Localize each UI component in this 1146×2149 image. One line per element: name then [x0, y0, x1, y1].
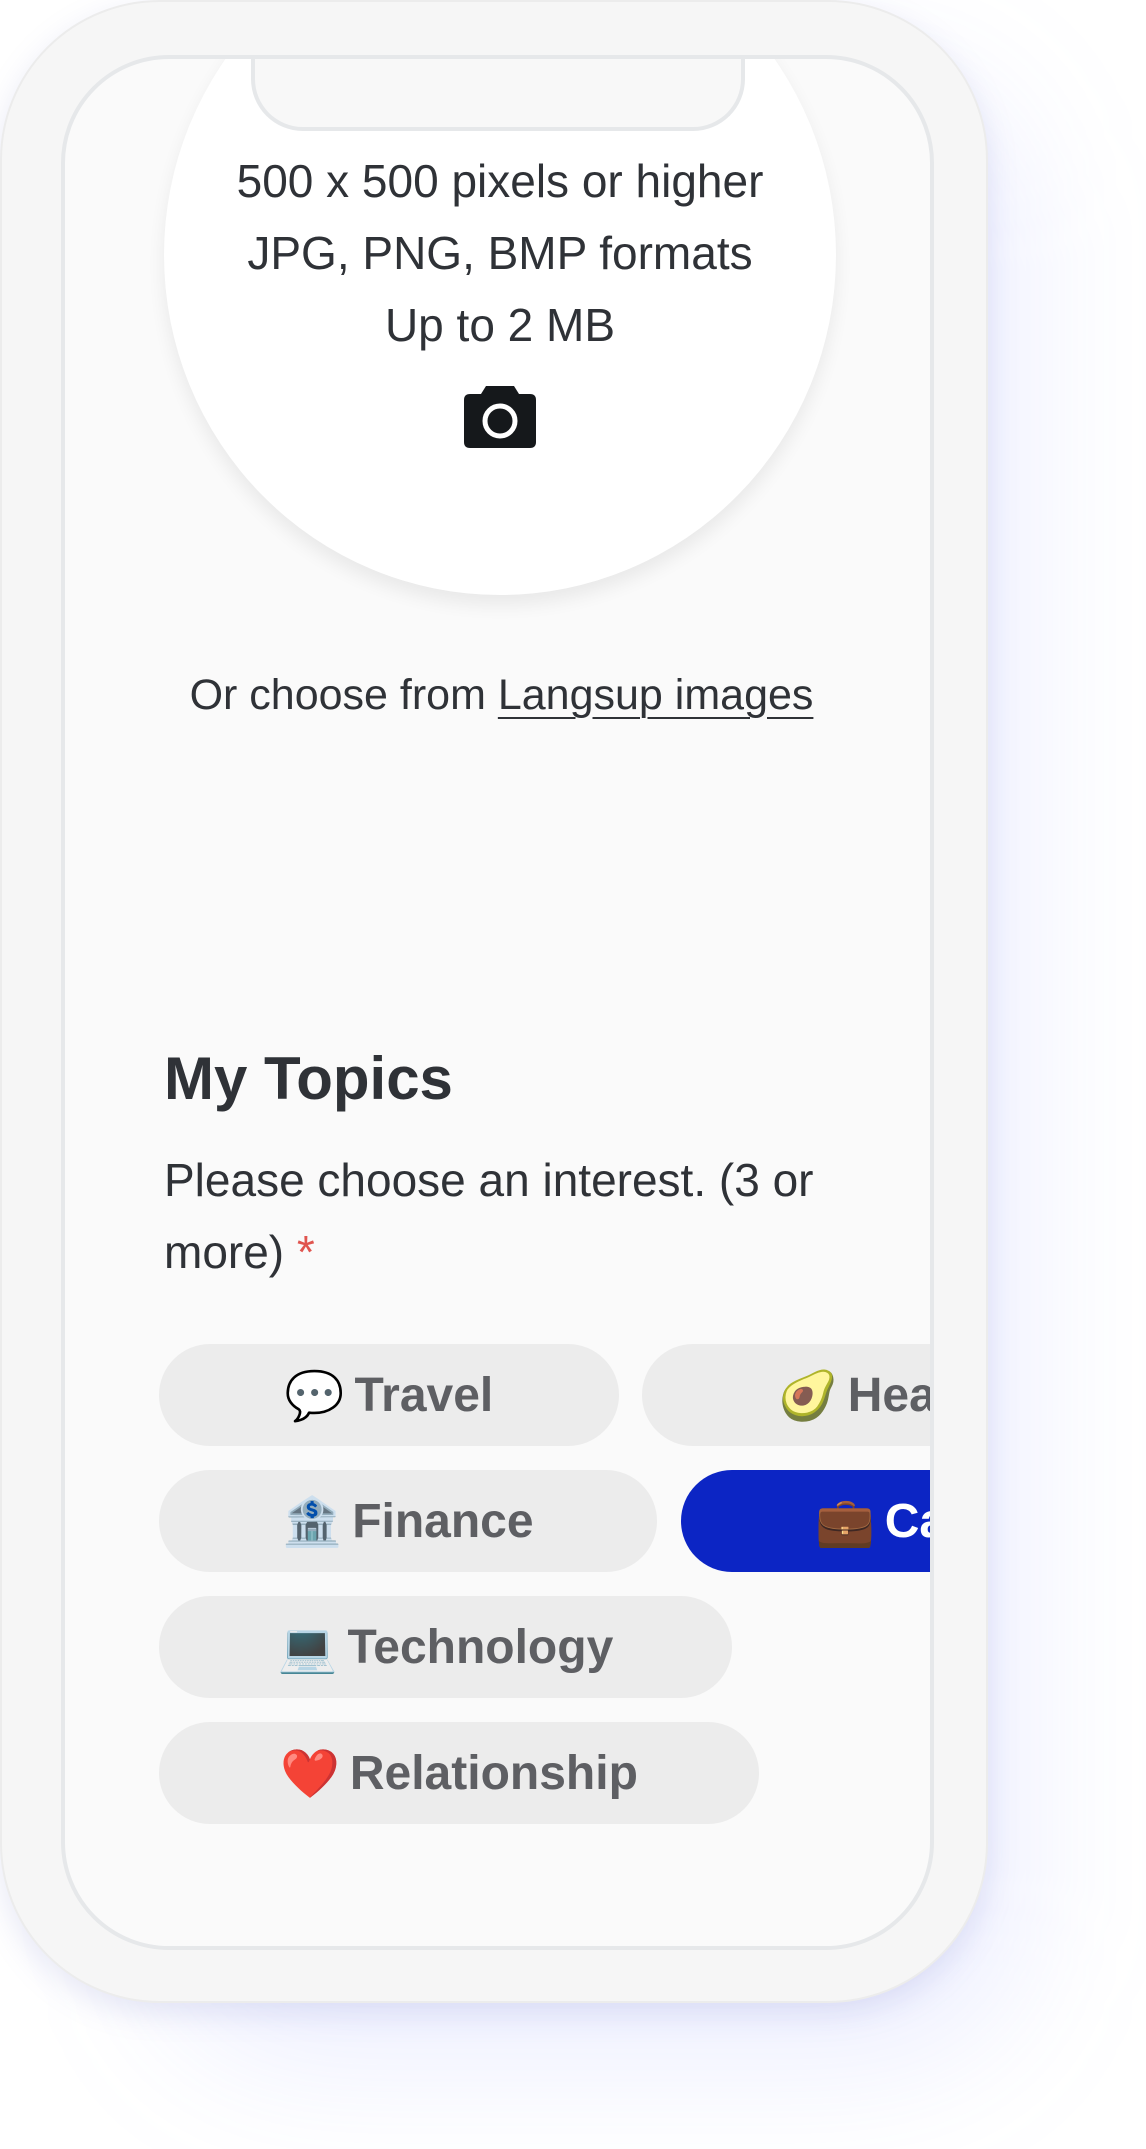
topic-chip-label: Technology: [347, 1620, 614, 1674]
topic-chip-label: Finance: [352, 1494, 534, 1548]
phone-notch: [251, 59, 745, 131]
topics-instruction: Please choose an interest. (3 or more): [164, 1154, 814, 1278]
phone-frame: 500 x 500 pixels or higher JPG, PNG, BMP…: [0, 0, 988, 2003]
topic-chip-career[interactable]: 💼 Ca: [681, 1470, 930, 1572]
langsup-images-link[interactable]: Langsup images: [498, 671, 814, 719]
choose-images-line: Or choose from Langsup images: [65, 671, 930, 720]
heart-icon: ❤️: [280, 1745, 340, 1802]
choose-images-prefix: Or choose from: [189, 671, 498, 719]
briefcase-icon: 💼: [815, 1493, 875, 1550]
speech-bubble-icon: 💬: [284, 1367, 345, 1424]
laptop-icon: 💻: [277, 1619, 338, 1676]
upload-format-hint: JPG, PNG, BMP formats: [247, 227, 753, 279]
required-mark: *: [296, 1226, 315, 1278]
topic-chip-relationship[interactable]: ❤️ Relationship: [159, 1722, 759, 1824]
topic-chip-travel[interactable]: 💬 Travel: [159, 1344, 619, 1446]
topics-subtitle: Please choose an interest. (3 or more) *: [164, 1144, 894, 1288]
camera-icon[interactable]: [464, 384, 536, 448]
stage: 500 x 500 pixels or higher JPG, PNG, BMP…: [0, 0, 1146, 2149]
upload-limit-hint: Up to 2 MB: [384, 299, 616, 351]
topic-chip-technology[interactable]: 💻 Technology: [159, 1596, 732, 1698]
topic-chip-label: Travel: [354, 1368, 494, 1422]
topic-chip-label: Heal: [847, 1368, 934, 1422]
topic-chip-label: Relationship: [349, 1746, 638, 1800]
topic-chip-health[interactable]: 🥑 Heal: [642, 1344, 934, 1446]
topics-title: My Topics: [164, 1045, 453, 1112]
upload-size-hint: 500 x 500 pixels or higher: [236, 155, 764, 207]
topic-chip-finance[interactable]: 🏦 Finance: [159, 1470, 657, 1572]
bank-icon: 🏦: [282, 1493, 343, 1550]
phone-screen: 500 x 500 pixels or higher JPG, PNG, BMP…: [61, 55, 934, 1950]
avocado-icon: 🥑: [778, 1367, 838, 1424]
topic-chip-label: Ca: [884, 1494, 930, 1548]
